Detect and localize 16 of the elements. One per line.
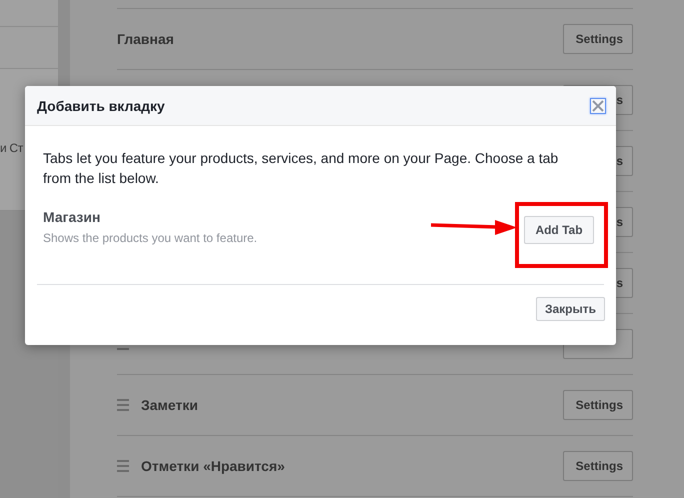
tab-name: Заметки — [141, 397, 198, 413]
tab-option-description: Shows the products you want to feature. — [43, 231, 258, 245]
intro-text: Tabs let you feature your products, services, and more on your Page. Choose a tab from the list below. — [43, 149, 560, 188]
settings-button[interactable]: Settings — [563, 24, 633, 54]
settings-button[interactable]: Settings — [563, 390, 633, 420]
drag-handle-icon[interactable] — [117, 399, 129, 411]
close-button[interactable]: Закрыть — [536, 297, 605, 321]
close-icon[interactable] — [590, 98, 606, 114]
tab-name: Главная — [117, 31, 174, 47]
add-tab-button[interactable]: Add Tab — [524, 216, 594, 244]
settings-button[interactable]: Settings — [563, 451, 633, 481]
tab-name: Отметки «Нравится» — [141, 458, 285, 474]
dialog-title: Добавить вкладку — [37, 98, 165, 114]
sidebar-item[interactable]: и Ст — [0, 140, 23, 154]
drag-handle-icon[interactable] — [117, 460, 129, 472]
tab-option-name: Магазин — [43, 209, 102, 225]
